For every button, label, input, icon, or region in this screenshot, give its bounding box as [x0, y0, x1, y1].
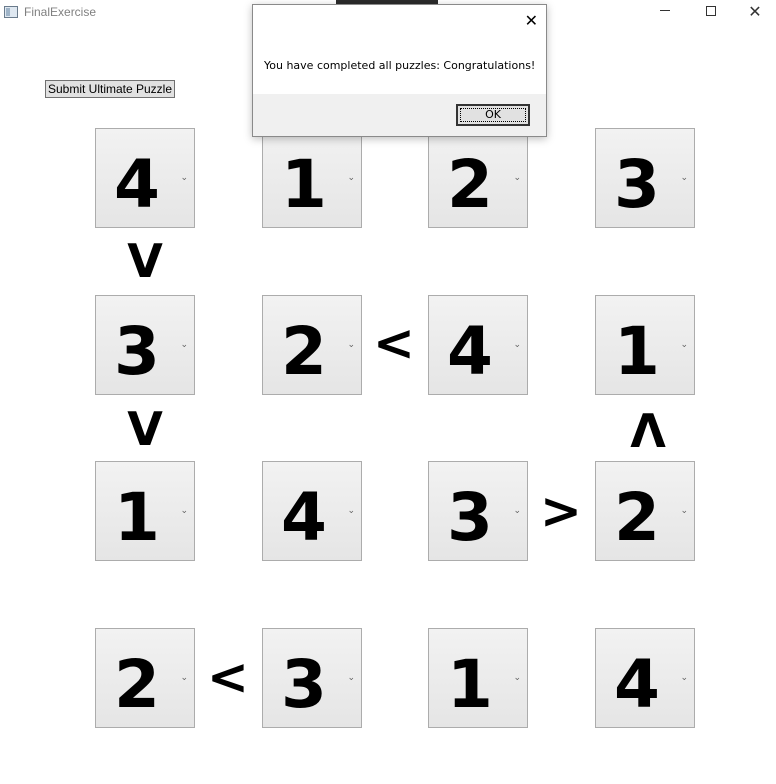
cell-value: 1	[114, 479, 160, 556]
cell-value: 4	[614, 646, 660, 723]
cell-r4-c3[interactable]: 1 ⌄	[428, 628, 528, 728]
cell-r4-c2[interactable]: 3 ⌄	[262, 628, 362, 728]
chevron-down-icon: ⌄	[347, 173, 355, 183]
cell-value: 3	[281, 646, 327, 723]
cell-r1-c4[interactable]: 3 ⌄	[595, 128, 695, 228]
close-window-button[interactable]: ✕	[732, 0, 776, 26]
inequality-sign-vertical: V	[127, 402, 163, 456]
chevron-down-icon: ⌄	[180, 173, 188, 183]
dialog-footer: OK	[253, 94, 546, 136]
cell-r1-c1[interactable]: 4 ⌄	[95, 128, 195, 228]
cell-r3-c4[interactable]: 2 ⌄	[595, 461, 695, 561]
inequality-sign-horizontal: >	[540, 482, 582, 540]
cell-value: 3	[614, 146, 660, 223]
inequality-sign-vertical: V	[127, 234, 163, 288]
inequality-sign-vertical: Λ	[630, 404, 666, 458]
chevron-down-icon: ⌄	[680, 506, 688, 516]
cell-value: 2	[614, 479, 660, 556]
chevron-down-icon: ⌄	[180, 673, 188, 683]
cell-value: 4	[114, 146, 160, 223]
cell-value: 4	[281, 479, 327, 556]
cell-r2-c3[interactable]: 4 ⌄	[428, 295, 528, 395]
cell-r2-c1[interactable]: 3 ⌄	[95, 295, 195, 395]
message-dialog: ✕ You have completed all puzzles: Congra…	[252, 4, 547, 137]
cell-value: 1	[447, 646, 493, 723]
inequality-sign-horizontal: <	[373, 314, 415, 372]
cell-r2-c4[interactable]: 1 ⌄	[595, 295, 695, 395]
chevron-down-icon: ⌄	[347, 340, 355, 350]
cell-r3-c3[interactable]: 3 ⌄	[428, 461, 528, 561]
chevron-down-icon: ⌄	[513, 673, 521, 683]
chevron-down-icon: ⌄	[347, 673, 355, 683]
submit-ultimate-puzzle-button[interactable]: Submit Ultimate Puzzle	[45, 80, 175, 98]
chevron-down-icon: ⌄	[180, 506, 188, 516]
cell-value: 4	[447, 313, 493, 390]
cell-r3-c1[interactable]: 1 ⌄	[95, 461, 195, 561]
chevron-down-icon: ⌄	[513, 340, 521, 350]
window-title: FinalExercise	[24, 5, 97, 19]
inequality-sign-horizontal: <	[207, 648, 249, 706]
minimize-icon	[660, 9, 670, 11]
app-icon	[4, 6, 18, 18]
cell-value: 1	[281, 146, 327, 223]
cell-r1-c3[interactable]: 2 ⌄	[428, 128, 528, 228]
chevron-down-icon: ⌄	[680, 340, 688, 350]
chevron-down-icon: ⌄	[680, 173, 688, 183]
chevron-down-icon: ⌄	[513, 506, 521, 516]
chevron-down-icon: ⌄	[180, 340, 188, 350]
cell-value: 3	[114, 313, 160, 390]
dialog-close-icon[interactable]: ✕	[525, 11, 538, 30]
cell-value: 3	[447, 479, 493, 556]
cell-value: 2	[447, 146, 493, 223]
dialog-message: You have completed all puzzles: Congratu…	[264, 59, 536, 72]
close-icon: ✕	[748, 2, 762, 21]
cell-value: 2	[114, 646, 160, 723]
minimize-button[interactable]	[642, 0, 688, 26]
chevron-down-icon: ⌄	[513, 173, 521, 183]
cell-r1-c2[interactable]: 1 ⌄	[262, 128, 362, 228]
cell-r4-c4[interactable]: 4 ⌄	[595, 628, 695, 728]
cell-r4-c1[interactable]: 2 ⌄	[95, 628, 195, 728]
chevron-down-icon: ⌄	[347, 506, 355, 516]
cell-value: 2	[281, 313, 327, 390]
maximize-button[interactable]	[688, 0, 734, 26]
cell-r3-c2[interactable]: 4 ⌄	[262, 461, 362, 561]
maximize-icon	[706, 6, 716, 16]
cell-r2-c2[interactable]: 2 ⌄	[262, 295, 362, 395]
cell-value: 1	[614, 313, 660, 390]
ok-button[interactable]: OK	[456, 104, 530, 126]
chevron-down-icon: ⌄	[680, 673, 688, 683]
